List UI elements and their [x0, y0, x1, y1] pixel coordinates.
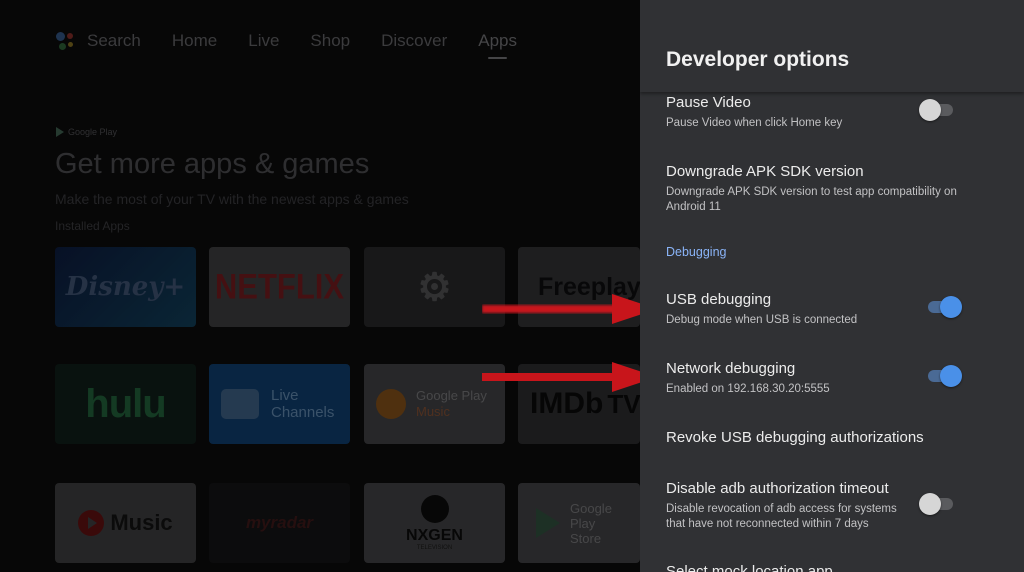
setting-downgrade-subtitle-line2: Android 11	[666, 201, 721, 213]
panel-header: Developer options	[640, 0, 1024, 92]
red-arrow-usb-debugging	[482, 294, 657, 324]
setting-revoke-usb[interactable]: Revoke USB debugging authorizations	[666, 429, 996, 446]
red-arrow-network-debugging	[482, 362, 657, 392]
setting-downgrade-subtitle-line1: Downgrade APK SDK version to test app co…	[666, 186, 957, 198]
network-debugging-toggle[interactable]	[926, 364, 962, 388]
usb-debugging-toggle[interactable]	[926, 295, 962, 319]
adb-timeout-toggle[interactable]	[919, 492, 955, 516]
panel-title: Developer options	[666, 48, 850, 71]
setting-downgrade-apk[interactable]: Downgrade APK SDK version Downgrade APK …	[666, 163, 996, 215]
pause-video-toggle[interactable]	[919, 98, 955, 122]
section-debugging: Debugging	[666, 245, 727, 259]
setting-mock-title: Select mock location app	[666, 563, 833, 572]
setting-mock-location[interactable]: Select mock location app	[666, 563, 996, 572]
setting-downgrade-title: Downgrade APK SDK version	[666, 163, 864, 180]
dim-overlay	[0, 0, 640, 572]
setting-downgrade-subtitle: Downgrade APK SDK version to test app co…	[666, 185, 996, 215]
developer-options-panel: Developer options Pause Video Pause Vide…	[640, 0, 1024, 572]
setting-adb-timeout-subtitle-line2: that have not reconnected within 7 days	[666, 518, 869, 530]
setting-revoke-title: Revoke USB debugging authorizations	[666, 429, 924, 446]
